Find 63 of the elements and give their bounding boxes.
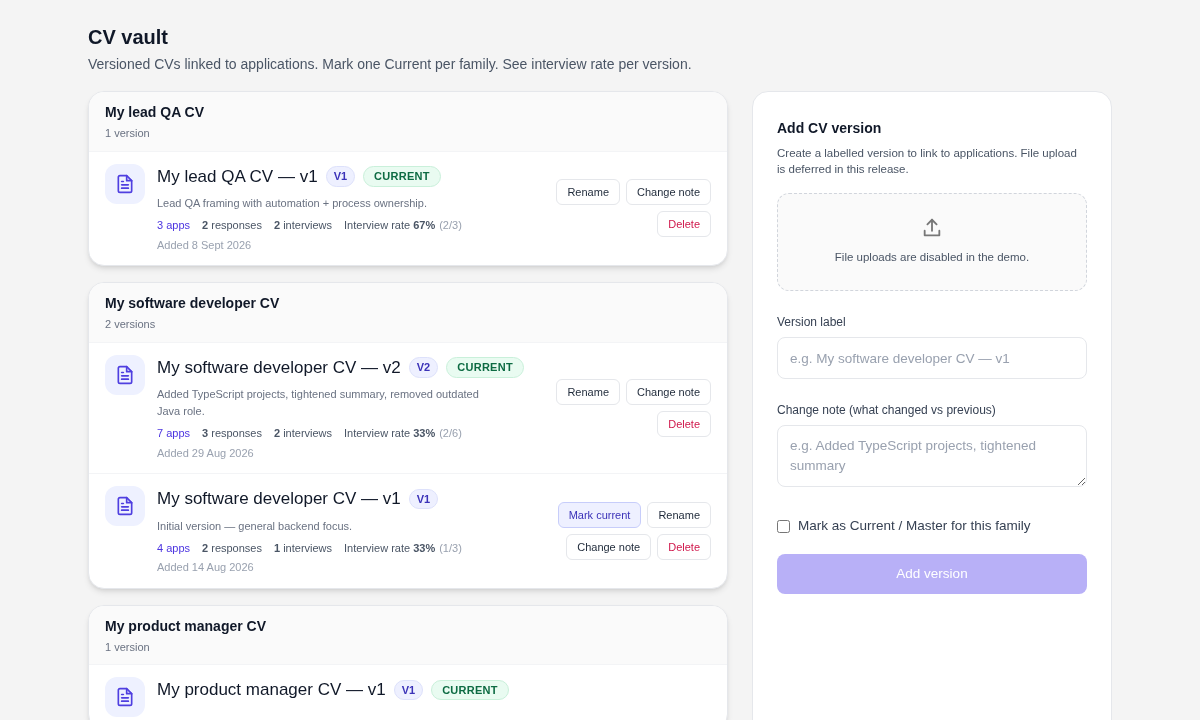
delete-button[interactable]: Delete: [657, 211, 711, 238]
rate-fraction: (1/3): [439, 540, 462, 556]
interview-rate: Interview rate 67%: [344, 218, 436, 233]
delete-button[interactable]: Delete: [657, 410, 711, 437]
change-note: Lead QA framing with automation + process ownership.: [157, 196, 428, 211]
added-date: Added 8 Sept 2026: [157, 237, 252, 253]
field-label: Version label: [777, 314, 847, 331]
upload-note: File uploads are disabled in the demo.: [834, 250, 1030, 266]
document-icon: [105, 677, 145, 717]
responses-count: 2 responses: [202, 218, 262, 233]
interview-rate: Interview rate 33%: [344, 426, 436, 441]
action-button[interactable]: Change note: [626, 179, 711, 206]
action-button[interactable]: Rename: [556, 378, 620, 405]
responses-count: 2 responses: [202, 540, 262, 556]
current-checkbox[interactable]: [777, 519, 790, 533]
interviews-count: 2 interviews: [273, 218, 333, 233]
apps-link[interactable]: 7 apps: [157, 425, 191, 442]
change-note: Initial version — general backend focus.: [157, 518, 354, 534]
added-date: Added 14 Aug 2026: [157, 560, 254, 575]
document-icon: [105, 486, 145, 526]
version-label-input[interactable]: e.g. My software developer CV — v1: [777, 337, 1087, 379]
family-title: My product manager CV: [105, 616, 268, 636]
action-button[interactable]: Rename: [647, 501, 711, 528]
version-badge: V1: [325, 166, 356, 187]
mark-current-button[interactable]: Mark current: [557, 501, 642, 528]
version-badge: V2: [408, 357, 439, 378]
checkbox-label: Mark as Current / Master for this family: [798, 517, 1031, 535]
interviews-count: 1 interviews: [273, 540, 333, 556]
responses-count: 3 responses: [202, 426, 262, 441]
version-count: 1 version: [105, 639, 151, 655]
page-title: CV vault: [88, 25, 170, 50]
field-label: Change note (what changed vs previous): [777, 402, 997, 419]
change-note: Added TypeScript projects, tightened summary, removed outdated Java role.: [157, 387, 480, 419]
action-button[interactable]: Change note: [566, 533, 652, 560]
change-note-input[interactable]: e.g. Added TypeScript projects, tightened summary: [777, 425, 1087, 487]
current-badge: CURRENT: [431, 679, 509, 700]
action-button[interactable]: Change note: [626, 378, 711, 405]
version-title: My product manager CV — v1: [157, 679, 386, 701]
rate-fraction: (2/6): [439, 426, 462, 441]
document-icon: [105, 163, 145, 204]
delete-button[interactable]: Delete: [657, 533, 711, 560]
version-count: 1 version: [105, 126, 151, 141]
document-icon: [105, 354, 145, 395]
rate-fraction: (2/3): [439, 218, 462, 233]
version-count: 2 versions: [105, 317, 157, 332]
interviews-count: 2 interviews: [273, 426, 333, 441]
family-title: My software developer CV: [105, 294, 281, 313]
apps-link[interactable]: 4 apps: [157, 539, 191, 556]
current-badge: CURRENT: [446, 357, 524, 378]
added-date: Added 29 Aug 2026: [157, 445, 254, 461]
family-title: My lead QA CV: [105, 103, 206, 122]
version-badge: V1: [393, 679, 424, 700]
version-title: My software developer CV — v2: [157, 356, 401, 379]
current-badge: CURRENT: [363, 166, 441, 187]
panel-description: Create a labelled version to link to applications. File upload is deferred in this release.: [777, 146, 1078, 177]
interview-rate: Interview rate 33%: [344, 540, 436, 556]
version-title: My software developer CV — v1: [157, 488, 401, 510]
version-title: My lead QA CV — v1: [157, 165, 318, 188]
version-badge: V1: [408, 488, 439, 509]
apps-link[interactable]: 3 apps: [157, 217, 191, 234]
action-button[interactable]: Rename: [556, 179, 620, 206]
panel-title: Add CV version: [777, 119, 883, 138]
page-subtitle: Versioned CVs linked to applications. Mark one Current per family. See interview rate per version.: [88, 55, 693, 74]
